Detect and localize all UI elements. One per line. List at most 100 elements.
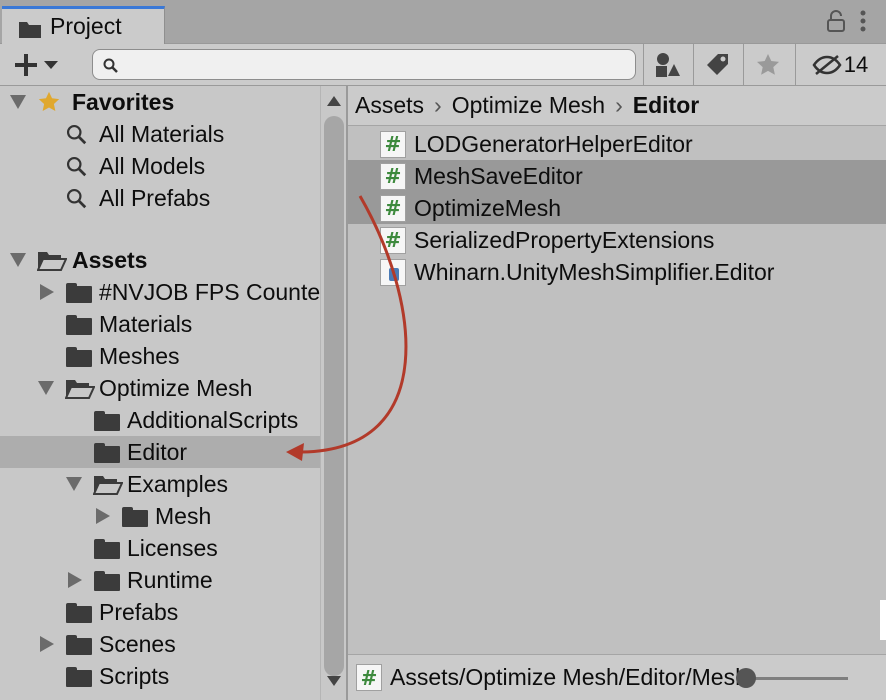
folder-label: Runtime — [127, 566, 213, 593]
tab-label: Project — [50, 13, 122, 39]
folder-icon — [66, 347, 92, 367]
window-edge — [880, 600, 886, 640]
tree-folder[interactable]: Scripts — [0, 660, 320, 692]
expand-arrow-icon[interactable] — [38, 381, 54, 395]
tree-folder[interactable]: #NVJOB FPS Counter — [0, 276, 320, 308]
tree-folder[interactable]: Mesh — [0, 500, 320, 532]
folder-icon — [18, 18, 42, 38]
tree-scrollbar[interactable] — [320, 86, 346, 700]
expand-arrow-icon[interactable] — [10, 95, 26, 109]
folder-icon — [94, 443, 120, 463]
expand-arrow-icon[interactable] — [40, 284, 54, 300]
folder-icon — [66, 667, 92, 687]
file-item[interactable]: Whinarn.UnityMeshSimplifier.Editor — [348, 256, 886, 288]
folder-label: Examples — [127, 470, 228, 497]
file-name: SerializedPropertyExtensions — [414, 226, 715, 253]
favorite-item[interactable]: All Prefabs — [0, 182, 320, 214]
folder-open-icon — [64, 378, 96, 404]
star-icon — [38, 91, 60, 111]
favorite-item[interactable]: All Materials — [0, 118, 320, 150]
file-item[interactable]: # SerializedPropertyExtensions — [348, 224, 886, 256]
selected-asset-path: Assets/Optimize Mesh/Editor/MeshSaveEdit… — [390, 664, 740, 690]
favorite-label: All Prefabs — [99, 184, 211, 211]
tree-folder[interactable]: Scenes — [0, 628, 320, 660]
expand-arrow-icon[interactable] — [68, 572, 82, 588]
csharp-script-icon: # — [356, 664, 382, 691]
search-icon — [66, 188, 87, 209]
filter-by-type-button[interactable] — [643, 44, 693, 86]
chevron-down-icon — [44, 61, 58, 69]
tree-folder[interactable]: Materials — [0, 308, 320, 340]
folder-label: #NVJOB FPS Counter — [99, 278, 320, 305]
search-icon — [103, 58, 118, 73]
csharp-script-icon: # — [380, 162, 406, 190]
chevron-right-icon: › — [615, 92, 623, 118]
search-icon — [66, 124, 87, 145]
zoom-slider-handle[interactable] — [736, 668, 756, 688]
tree-folder[interactable]: Licenses — [0, 532, 320, 564]
file-item[interactable]: # MeshSaveEditor — [348, 160, 886, 192]
folder-icon — [122, 507, 148, 527]
chevron-right-icon: › — [434, 92, 442, 118]
tree-favorites[interactable]: Favorites — [0, 86, 320, 118]
csharp-script-icon: # — [380, 130, 406, 158]
file-item[interactable]: # OptimizeMesh — [348, 192, 886, 224]
expand-arrow-icon[interactable] — [66, 477, 82, 491]
hidden-count: 14 — [843, 52, 869, 77]
file-name: OptimizeMesh — [414, 194, 561, 221]
breadcrumb-item[interactable]: Optimize Mesh — [452, 92, 605, 119]
folder-label: Editor — [127, 438, 188, 465]
tree-folder[interactable]: Optimize Mesh — [0, 372, 320, 404]
breadcrumb: Assets › Optimize Mesh › Editor — [348, 86, 886, 126]
tree-folder[interactable]: Examples — [0, 468, 320, 500]
lock-icon[interactable] — [826, 10, 846, 37]
folder-label: AdditionalScripts — [127, 406, 299, 433]
star-icon — [757, 54, 779, 75]
search-input[interactable] — [92, 49, 636, 80]
create-button[interactable] — [8, 50, 72, 80]
favorites-label: Favorites — [72, 88, 175, 115]
folder-label: Licenses — [127, 534, 218, 561]
eye-hidden-icon — [812, 55, 842, 75]
hidden-packages-button[interactable]: 14 — [800, 44, 880, 86]
tag-icon — [707, 54, 728, 75]
folder-icon — [94, 539, 120, 559]
csharp-script-icon: # — [380, 226, 406, 254]
expand-arrow-icon[interactable] — [10, 253, 26, 267]
folder-icon — [66, 603, 92, 623]
file-item[interactable]: # LODGeneratorHelperEditor — [348, 128, 886, 160]
file-name: Whinarn.UnityMeshSimplifier.Editor — [414, 258, 775, 285]
breadcrumb-item[interactable]: Assets — [355, 92, 424, 119]
expand-arrow-icon[interactable] — [40, 636, 54, 652]
tab-project[interactable]: Project — [2, 6, 165, 44]
scroll-down-icon[interactable] — [327, 676, 341, 686]
scroll-thumb[interactable] — [324, 116, 344, 676]
tree-folder[interactable]: AdditionalScripts — [0, 404, 320, 436]
folder-label: Optimize Mesh — [99, 374, 253, 401]
filter-by-label-button[interactable] — [693, 44, 743, 86]
folder-icon — [66, 635, 92, 655]
folder-tree: Favorites All Materials All Models All P… — [0, 86, 320, 700]
tree-assets[interactable]: Assets — [0, 244, 320, 276]
toolbar: 14 — [0, 44, 886, 86]
scroll-up-icon[interactable] — [327, 96, 341, 106]
plus-icon — [15, 54, 37, 76]
folder-label: Meshes — [99, 342, 180, 369]
folder-icon — [94, 571, 120, 591]
expand-arrow-icon[interactable] — [96, 508, 110, 524]
search-icon — [66, 156, 87, 177]
more-options-icon[interactable] — [860, 10, 866, 37]
tree-folder[interactable]: Prefabs — [0, 596, 320, 628]
file-name: LODGeneratorHelperEditor — [414, 130, 693, 157]
folder-label: Mesh — [155, 502, 212, 529]
folder-open-icon — [92, 474, 124, 500]
tree-folder[interactable]: Meshes — [0, 340, 320, 372]
favorite-item[interactable]: All Models — [0, 150, 320, 182]
folder-label: Scenes — [99, 630, 176, 657]
favorite-label: All Models — [99, 152, 206, 179]
tree-folder-selected[interactable]: Editor — [0, 436, 320, 468]
tree-folder[interactable]: Runtime — [0, 564, 320, 596]
favorite-search-button[interactable] — [743, 44, 793, 86]
breadcrumb-current[interactable]: Editor — [633, 92, 699, 119]
folder-open-icon — [36, 250, 68, 276]
